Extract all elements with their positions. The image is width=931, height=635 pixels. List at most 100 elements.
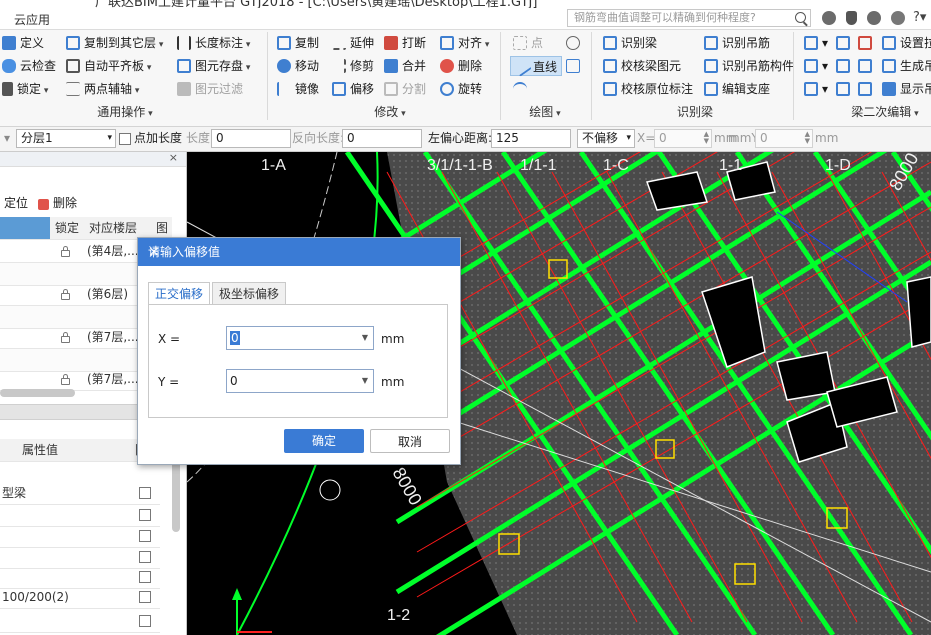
- y-offset-combo[interactable]: 0 ▼: [226, 369, 374, 393]
- copy-to-other-layer-button[interactable]: 复制到其它层: [66, 33, 163, 53]
- break-button[interactable]: 打断: [384, 33, 426, 53]
- tab-polar-offset[interactable]: 极坐标偏移: [212, 282, 287, 304]
- user-icon[interactable]: [822, 11, 836, 25]
- layer-select[interactable]: 分层1 ▾: [16, 129, 116, 148]
- two-point-axis-button[interactable]: 两点辅轴: [66, 79, 139, 99]
- y-unit: mm: [381, 375, 405, 389]
- define-button[interactable]: 定义: [2, 33, 44, 53]
- length-input[interactable]: 0: [211, 129, 291, 148]
- check-in-situ-label-button[interactable]: 校核原位标注: [603, 79, 693, 99]
- identify-hanger-button[interactable]: 识别吊筋: [704, 33, 770, 53]
- copy-layer-icon: [66, 36, 80, 50]
- show-hanger-button[interactable]: 显示吊: [882, 79, 931, 99]
- rotate-button[interactable]: 旋转: [440, 79, 482, 99]
- save-icon: [177, 59, 191, 73]
- help-icon[interactable]: ?▾: [913, 10, 926, 25]
- left-offset-input[interactable]: 125: [491, 129, 571, 148]
- close-icon[interactable]: ×: [148, 238, 451, 266]
- checkbox[interactable]: [139, 551, 151, 563]
- search-input[interactable]: 钢筋弯曲值调整可以精确到何种程度?: [567, 9, 811, 27]
- trim-button[interactable]: 修剪: [332, 56, 374, 76]
- edit-support-button[interactable]: 编辑支座: [704, 79, 770, 99]
- split-button[interactable]: 分割: [384, 79, 426, 99]
- offset-button[interactable]: 偏移: [332, 79, 374, 99]
- copy-button[interactable]: 复制: [277, 33, 319, 53]
- lock-icon[interactable]: [61, 332, 70, 343]
- lock-button[interactable]: 锁定: [2, 79, 48, 99]
- sec-tool-7-button[interactable]: ▾: [804, 79, 828, 99]
- lock-icon[interactable]: [61, 374, 70, 385]
- checkbox[interactable]: [139, 591, 151, 603]
- horizontal-scrollbar[interactable]: [0, 389, 75, 397]
- sec-tool-4-button[interactable]: ▾: [804, 56, 828, 76]
- generate-hanger-button[interactable]: 生成吊: [882, 56, 931, 76]
- sec-tool-2-button[interactable]: [836, 33, 854, 53]
- check-beam-button[interactable]: 校核梁图元: [603, 56, 681, 76]
- property-row[interactable]: [0, 525, 160, 548]
- line-button[interactable]: 直线: [510, 56, 563, 77]
- identify-beam-button[interactable]: 识别梁: [603, 33, 657, 53]
- arc-draw-button[interactable]: [513, 79, 531, 99]
- spinner-icon[interactable]: ▲ ▼: [704, 131, 709, 145]
- element-filter-button[interactable]: 图元过滤: [177, 79, 243, 99]
- offset-mode-select[interactable]: 不偏移 ▾: [577, 129, 635, 148]
- x-offset-combo[interactable]: 0 ▼: [226, 326, 374, 350]
- rect-draw-button[interactable]: [566, 56, 584, 76]
- close-icon[interactable]: ×: [169, 151, 178, 164]
- element-save-button[interactable]: 图元存盘: [177, 56, 250, 76]
- property-row[interactable]: [0, 610, 160, 633]
- cloud-check-button[interactable]: 云检查: [2, 56, 56, 76]
- cancel-button[interactable]: 取消: [370, 429, 450, 453]
- chat-icon[interactable]: [867, 11, 881, 25]
- mirror-button[interactable]: 镜像: [277, 79, 319, 99]
- reverse-length-input[interactable]: 0: [342, 129, 422, 148]
- set-tension-button[interactable]: 设置拉: [882, 33, 931, 53]
- auto-align-slab-button[interactable]: 自动平齐板: [66, 56, 151, 76]
- identify-hanger-component-button[interactable]: 识别吊筋构件: [704, 56, 794, 76]
- ok-button[interactable]: 确定: [284, 429, 364, 453]
- point-button[interactable]: 点: [513, 33, 543, 53]
- dialog-title-bar[interactable]: 请输入偏移值 ×: [138, 238, 460, 266]
- y-offset-input[interactable]: 0 ▲ ▼: [755, 129, 813, 148]
- sec-tool-6-button[interactable]: [858, 56, 876, 76]
- checkbox[interactable]: [139, 487, 151, 499]
- property-row[interactable]: [0, 504, 160, 527]
- locate-button[interactable]: 定位: [4, 194, 28, 211]
- panel-delete-button[interactable]: 删除: [38, 194, 77, 211]
- sec-tool-3-button[interactable]: [858, 33, 876, 53]
- checkbox[interactable]: [139, 530, 151, 542]
- property-row[interactable]: 型梁: [0, 482, 160, 505]
- length-dimension-button[interactable]: 长度标注: [177, 33, 250, 53]
- add-length-checkbox[interactable]: [119, 133, 131, 145]
- move-button[interactable]: 移动: [277, 56, 319, 76]
- tab-orthogonal-offset[interactable]: 正交偏移: [148, 282, 211, 305]
- spinner-icon[interactable]: ▲ ▼: [805, 131, 810, 145]
- window-title-bar: 广联达BIM土建计量平台 GTJ2018 - [C:\Users\黄建瑶\Des…: [0, 0, 931, 8]
- search-icon[interactable]: [795, 12, 806, 23]
- chevron-down-icon: ▾: [107, 133, 112, 143]
- property-row[interactable]: 100/200(2): [0, 586, 160, 609]
- sec-tool-9-button[interactable]: [858, 79, 876, 99]
- sec-tool-8-button[interactable]: [836, 79, 854, 99]
- checkbox[interactable]: [139, 615, 151, 627]
- skin-icon[interactable]: [891, 11, 905, 25]
- checkbox[interactable]: [139, 509, 151, 521]
- toolbar-dropdown-arrow[interactable]: ▾: [4, 129, 10, 148]
- circle-draw-button[interactable]: [566, 33, 584, 53]
- bell-icon[interactable]: [846, 11, 857, 25]
- align-button[interactable]: 对齐: [440, 33, 489, 53]
- lock-icon[interactable]: [61, 246, 70, 257]
- extend-button[interactable]: 延伸: [332, 33, 374, 53]
- lock-icon[interactable]: [61, 289, 70, 300]
- delete-button[interactable]: 删除: [440, 56, 482, 76]
- sec-tool-1-button[interactable]: ▾: [804, 33, 828, 53]
- column-header-floor: 对应楼层: [89, 221, 138, 235]
- merge-button[interactable]: 合并: [384, 56, 426, 76]
- x-offset-input[interactable]: 0 ▲ ▼: [654, 129, 712, 148]
- chevron-down-icon[interactable]: ▼: [362, 327, 368, 349]
- sec-tool-5-button[interactable]: [836, 56, 854, 76]
- menu-cloud-app[interactable]: 云应用: [14, 11, 50, 28]
- chevron-down-icon[interactable]: ▼: [362, 370, 368, 392]
- checkbox[interactable]: [139, 571, 151, 583]
- panel-header: ×: [0, 151, 186, 167]
